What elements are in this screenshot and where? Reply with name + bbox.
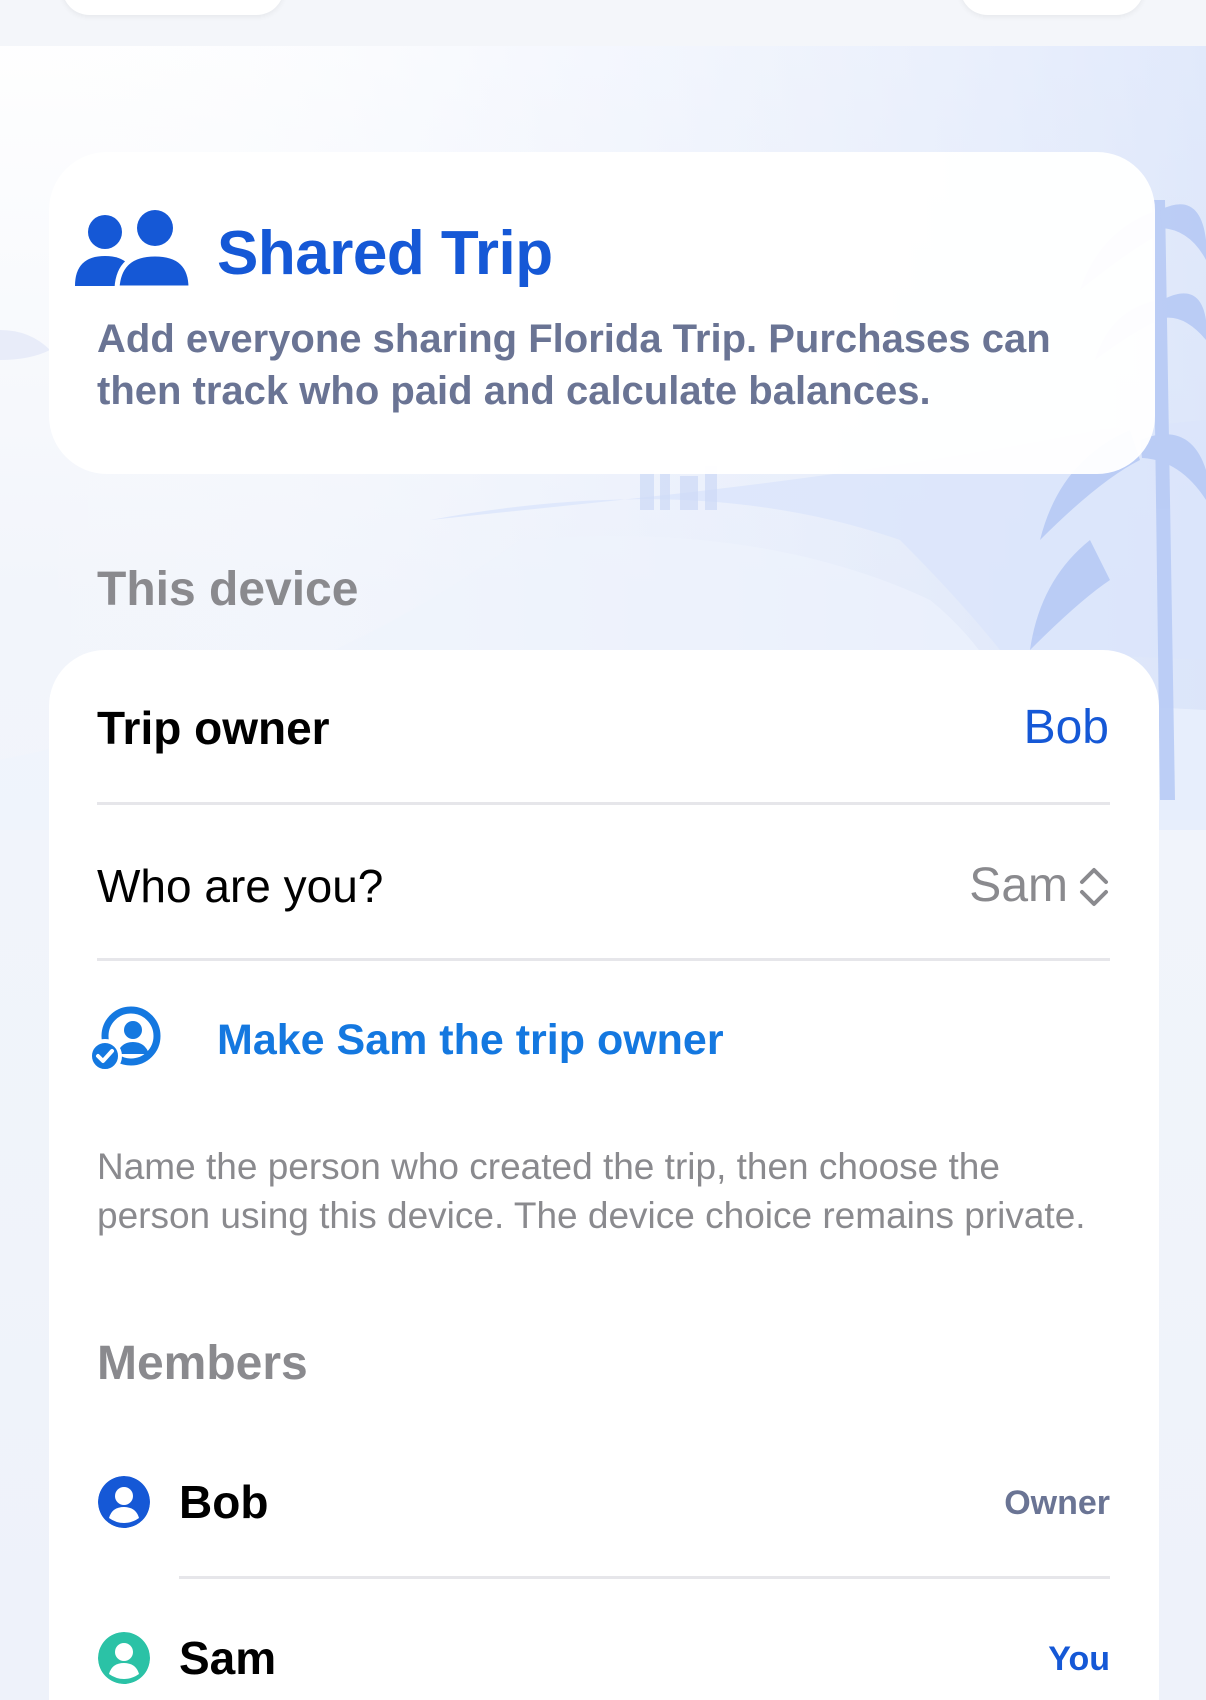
member-name: Sam — [179, 1632, 277, 1684]
person-checkmark-icon[interactable] — [91, 1006, 163, 1074]
shared-trip-screen: Shared Trip Add everyone sharing Florida… — [0, 0, 1206, 1700]
person-circle-icon — [98, 1476, 150, 1528]
member-role-badge: Owner — [1004, 1484, 1110, 1522]
divider — [179, 1576, 1110, 1579]
chevron-up-down-icon[interactable] — [1078, 866, 1110, 908]
section-label-members: Members — [97, 1337, 308, 1390]
divider — [97, 802, 1110, 805]
make-trip-owner-button[interactable]: Make Sam the trip owner — [217, 1012, 724, 1068]
top-left-button[interactable] — [62, 0, 284, 15]
member-role-badge: You — [1048, 1640, 1110, 1678]
people-icon — [75, 210, 191, 290]
trip-owner-row[interactable]: Trip owner Bob — [97, 700, 1110, 756]
page-description: Add everyone sharing Florida Trip. Purch… — [97, 317, 1051, 413]
device-footnote: Name the person who created the trip, th… — [97, 1146, 1086, 1236]
who-are-you-row[interactable]: Who are you? Sam — [97, 858, 1110, 914]
person-circle-icon — [98, 1632, 150, 1684]
who-are-you-value[interactable]: Sam — [969, 858, 1068, 914]
page-title: Shared Trip — [217, 219, 553, 288]
section-label-this-device: This device — [97, 563, 359, 616]
member-name: Bob — [179, 1476, 269, 1528]
top-right-button[interactable] — [960, 0, 1144, 15]
who-are-you-label: Who are you? — [97, 860, 384, 912]
divider — [97, 958, 1110, 961]
trip-owner-value[interactable]: Bob — [1024, 700, 1109, 756]
trip-owner-label: Trip owner — [97, 702, 330, 754]
